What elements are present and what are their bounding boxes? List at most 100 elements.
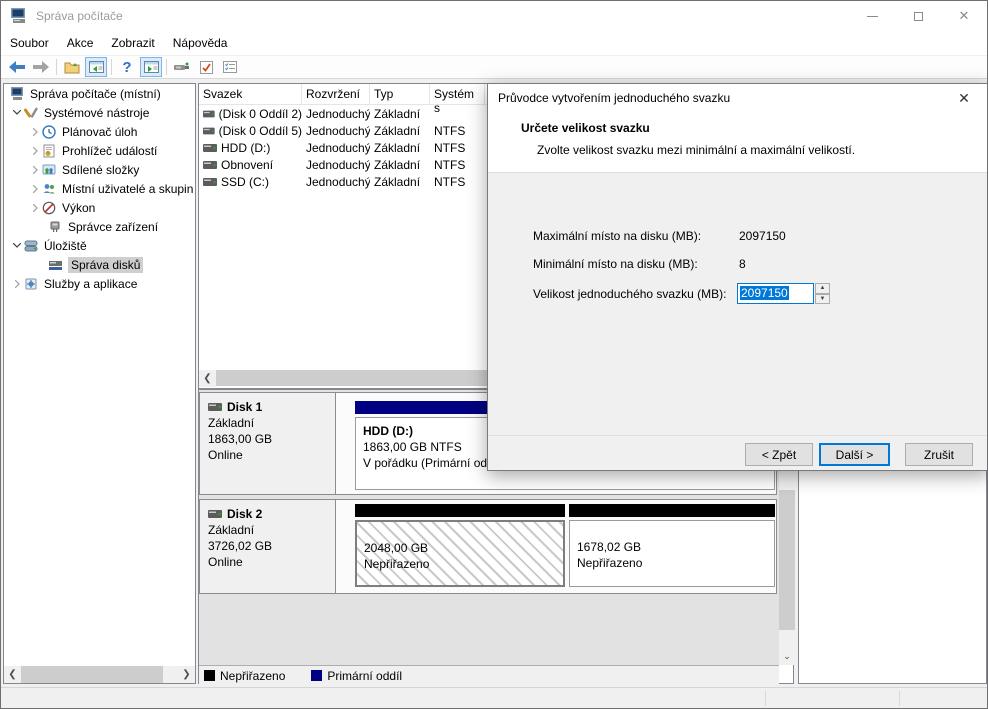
volume-size-label: Velikost jednoduchého svazku (MB): — [533, 287, 726, 301]
check-report-button[interactable] — [195, 57, 217, 77]
chevron-right-icon[interactable] — [28, 182, 42, 196]
show-action-pane-button[interactable] — [140, 57, 162, 77]
dialog-title: Průvodce vytvořením jednoduchého svazku — [498, 91, 730, 105]
disk2-status: Online — [208, 554, 335, 570]
status-bar — [1, 687, 987, 709]
remote-device-button[interactable] — [171, 57, 193, 77]
tree-item-shared-folders[interactable]: Sdílené složky — [4, 160, 195, 179]
scroll-left-icon[interactable]: ❮ — [4, 666, 21, 683]
tree-item-disk-management[interactable]: Správa disků — [4, 255, 195, 274]
tree-item-system-tools[interactable]: Systémové nástroje — [4, 103, 195, 122]
scroll-left-icon[interactable]: ❮ — [199, 370, 216, 387]
tree-label: Správce zařízení — [68, 220, 158, 234]
dialog-title-bar: Průvodce vytvořením jednoduchého svazku … — [488, 84, 988, 112]
forward-icon — [33, 61, 49, 73]
tree-item-services-applications[interactable]: Služby a aplikace — [4, 274, 195, 293]
menu-akce[interactable]: Akce — [58, 32, 103, 54]
unallocated-box-selected[interactable]: 2048,00 GB Nepřiřazeno — [355, 520, 565, 587]
dialog-close-button[interactable]: ✕ — [944, 84, 984, 112]
unallocated-bar — [569, 504, 775, 517]
menu-zobrazit[interactable]: Zobrazit — [102, 32, 163, 54]
window-title: Správa počítače — [36, 9, 123, 23]
disk1-status: Online — [208, 447, 335, 463]
disk-icon — [208, 403, 222, 411]
scrollbar-thumb[interactable] — [779, 490, 795, 630]
tree-item-task-scheduler[interactable]: Plánovač úloh — [4, 122, 195, 141]
chevron-right-icon[interactable] — [28, 125, 42, 139]
column-header-rozvrzeni[interactable]: Rozvržení — [302, 84, 370, 104]
dialog-heading: Určete velikost svazku — [521, 121, 650, 135]
disk2-label-cell[interactable]: Disk 2 Základní 3726,02 GB Online — [200, 500, 336, 593]
disk2-size: 3726,02 GB — [208, 538, 335, 554]
spinner-up-button[interactable]: ▲ — [815, 283, 830, 294]
task-list-button[interactable] — [219, 57, 241, 77]
dialog-subheading: Zvolte velikost svazku mezi minimální a … — [537, 143, 855, 157]
volume-icon — [203, 127, 215, 135]
help-icon: ? — [122, 59, 131, 76]
scroll-down-icon[interactable]: ⌄ — [779, 648, 795, 665]
disk1-label-cell[interactable]: Disk 1 Základní 1863,00 GB Online — [200, 393, 336, 494]
chevron-right-icon[interactable] — [28, 144, 42, 158]
back-button[interactable] — [6, 57, 28, 77]
max-size-label: Maximální místo na disku (MB): — [533, 229, 701, 243]
computer-management-window: Správa počítače ✕ Soubor Akce Zobrazit N… — [0, 0, 988, 709]
shared-folders-icon — [42, 163, 57, 177]
chevron-down-icon[interactable] — [10, 239, 24, 253]
dialog-header: Určete velikost svazku Zvolte velikost s… — [488, 112, 988, 173]
column-header-svazek[interactable]: Svazek — [199, 84, 302, 104]
scrollbar-thumb[interactable] — [21, 666, 163, 683]
simple-volume-wizard-dialog: Průvodce vytvořením jednoduchého svazku … — [487, 83, 988, 471]
tools-icon — [24, 106, 39, 120]
tree-label: Místní uživatelé a skupin — [62, 182, 193, 196]
tree-label: Výkon — [62, 201, 95, 215]
disk2-unallocated-region-1[interactable]: 2048,00 GB Nepřiřazeno — [355, 504, 565, 591]
chevron-right-icon[interactable] — [10, 277, 24, 291]
action-pane-icon — [144, 61, 159, 73]
volume-icon — [203, 144, 217, 152]
volume-icon — [203, 178, 217, 186]
minimize-button[interactable] — [849, 1, 895, 31]
close-button[interactable]: ✕ — [941, 1, 987, 31]
tree-item-device-manager[interactable]: Správce zařízení — [4, 217, 195, 236]
chevron-right-icon[interactable] — [28, 163, 42, 177]
volume-size-input[interactable]: 2097150 — [737, 283, 814, 304]
tree-item-event-viewer[interactable]: Prohlížeč událostí — [4, 141, 195, 160]
services-icon — [24, 277, 39, 291]
toolbar-separator — [111, 59, 112, 75]
up-level-button[interactable] — [61, 57, 83, 77]
tree-label: Správa disků — [68, 257, 143, 273]
legend-bar: Nepřiřazeno Primární oddíl — [199, 665, 779, 685]
menu-soubor[interactable]: Soubor — [1, 32, 58, 54]
disk2-unallocated-region-2[interactable]: 1678,02 GB Nepřiřazeno — [569, 504, 775, 591]
tree-item-local-users-groups[interactable]: Místní uživatelé a skupin — [4, 179, 195, 198]
task-scheduler-icon — [42, 125, 57, 139]
forward-button[interactable] — [30, 57, 52, 77]
unallocated-box[interactable]: 1678,02 GB Nepřiřazeno — [569, 520, 775, 587]
unallocated-bar — [355, 504, 565, 517]
maximize-button[interactable] — [895, 1, 941, 31]
tree-horizontal-scrollbar[interactable]: ❮ ❯ — [4, 666, 195, 683]
users-icon — [42, 182, 57, 196]
tree-item-performance[interactable]: Výkon — [4, 198, 195, 217]
scroll-right-icon[interactable]: ❯ — [178, 666, 195, 683]
show-console-tree-button[interactable] — [85, 57, 107, 77]
column-header-typ[interactable]: Typ — [370, 84, 430, 104]
column-header-system[interactable]: Systém s — [430, 84, 485, 104]
help-button[interactable]: ? — [116, 57, 138, 77]
chevron-down-icon[interactable] — [10, 106, 24, 120]
min-size-label: Minimální místo na disku (MB): — [533, 257, 698, 271]
chevron-right-icon[interactable] — [28, 201, 42, 215]
spinner-down-button[interactable]: ▼ — [815, 294, 830, 305]
menu-napoveda[interactable]: Nápověda — [164, 32, 237, 54]
toolbar-separator — [56, 59, 57, 75]
cancel-wizard-button[interactable]: Zrušit — [905, 443, 973, 466]
disk2-kind: Základní — [208, 522, 335, 538]
next-wizard-button[interactable]: Další > — [819, 443, 890, 466]
tree-item-computer-management[interactable]: Správa počítače (místní) — [4, 84, 195, 103]
console-tree-panel: Správa počítače (místní) Systémové nástr… — [3, 83, 196, 684]
tree-label: Prohlížeč událostí — [62, 144, 157, 158]
performance-icon — [42, 201, 57, 215]
back-wizard-button[interactable]: < Zpět — [745, 443, 813, 466]
app-icon — [10, 8, 28, 24]
tree-item-storage[interactable]: Úložiště — [4, 236, 195, 255]
